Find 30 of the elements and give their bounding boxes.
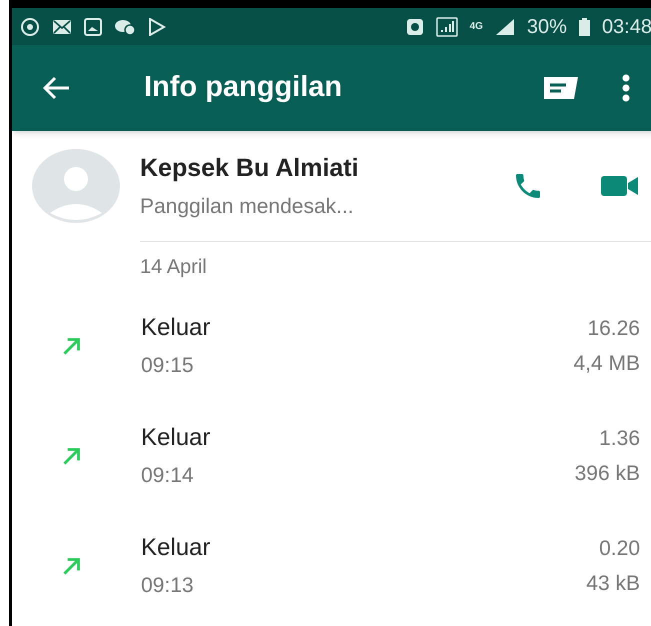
signal-icon [494,18,515,36]
menu-button[interactable] [620,72,632,104]
sim-icon [406,18,424,36]
call-type: Keluar [141,533,212,564]
avatar-icon [32,149,120,223]
call-type: Keluar [141,313,212,344]
call-type: Keluar [141,423,212,454]
sync-icon [20,16,40,36]
battery-icon [578,18,590,36]
contact-status: Panggilan mendesak... [140,194,355,220]
data-usage: 396 kB [574,461,640,487]
call-duration: 16.26 [587,316,640,342]
signal-icon [436,16,458,36]
clock: 03:48 [602,14,651,40]
play-store-icon [148,18,166,36]
network-label: 4G [470,20,483,34]
call-date: 14 April [140,254,207,280]
call-time: 09:13 [141,573,195,600]
mail-icon [52,18,72,34]
image-icon [84,18,102,36]
data-usage: 4,4 MB [573,351,640,377]
data-usage: 43 kB [586,571,640,597]
chat-alert-icon [114,18,136,36]
screen-title: Info panggilan [144,70,342,106]
call-time: 09:15 [141,353,195,380]
call-time: 09:14 [141,463,195,490]
battery-percentage: 30% [526,14,567,40]
call-duration: 0.20 [599,536,640,562]
contact-name: Kepsek Bu Almiati [140,152,360,184]
call-duration: 1.36 [599,426,640,452]
